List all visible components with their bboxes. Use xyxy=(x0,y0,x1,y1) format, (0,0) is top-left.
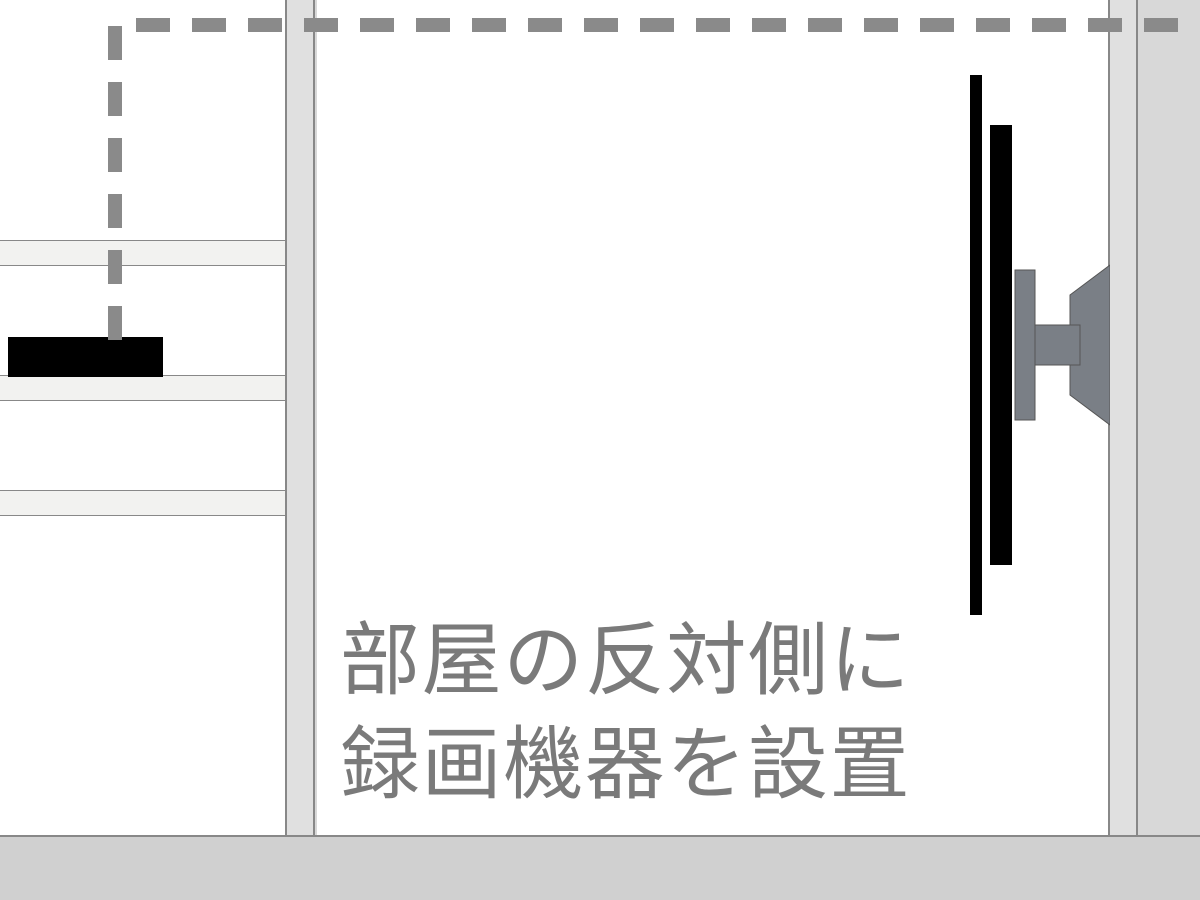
shelf xyxy=(0,375,285,401)
recording-device xyxy=(8,337,163,377)
left-room-area xyxy=(0,0,285,835)
floor xyxy=(0,835,1200,900)
caption-line-1: 部屋の反対側に xyxy=(340,610,911,714)
wall-partition-right xyxy=(1108,0,1138,835)
wall-mounted-tv xyxy=(960,75,1110,615)
shelf xyxy=(0,240,285,266)
caption-line-2: 録画機器を設置 xyxy=(340,714,911,818)
wall-partition-left xyxy=(285,0,315,835)
caption-text: 部屋の反対側に 録画機器を設置 xyxy=(340,610,911,818)
shelf xyxy=(0,490,285,516)
